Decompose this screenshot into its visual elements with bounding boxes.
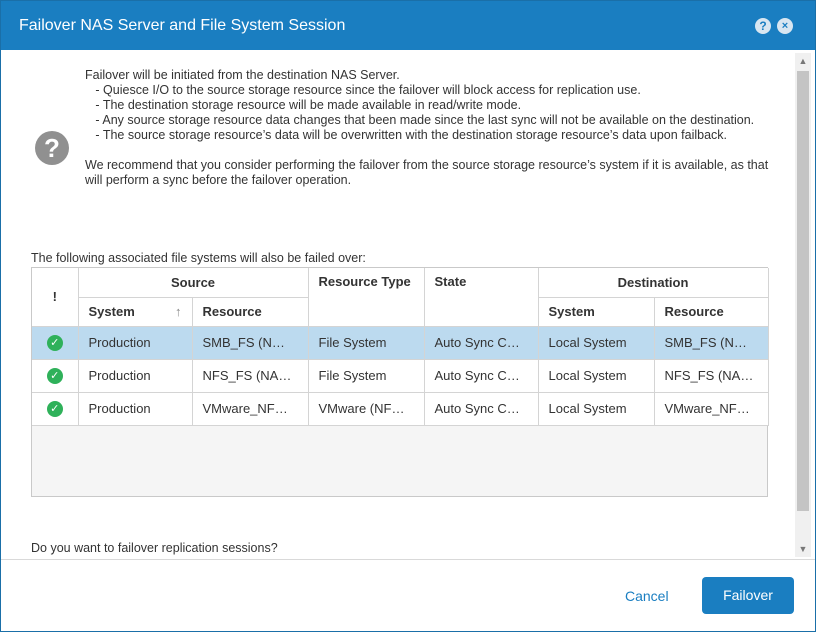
resource-type-cell: VMware (NF… xyxy=(308,392,425,426)
status-column-header[interactable]: ! xyxy=(32,268,79,327)
dest-system-cell: Local System xyxy=(538,359,655,393)
dest-system-cell: Local System xyxy=(538,326,655,360)
table-row[interactable]: ✓ Production VMware_NF… VMware (NF… Auto… xyxy=(32,392,769,426)
scroll-up-icon[interactable]: ▲ xyxy=(795,53,811,69)
dialog-footer: Cancel Failover xyxy=(1,559,815,631)
ok-status-icon: ✓ xyxy=(46,401,63,417)
source-resource-cell: SMB_FS (N… xyxy=(192,326,309,360)
message-line: - Quiesce I/O to the source storage reso… xyxy=(85,83,641,97)
state-cell: Auto Sync C… xyxy=(424,359,539,393)
scroll-thumb[interactable] xyxy=(797,71,809,511)
dest-system-column-header[interactable]: System xyxy=(538,297,655,327)
failover-button[interactable]: Failover xyxy=(702,577,794,614)
ok-status-icon: ✓ xyxy=(46,368,63,384)
message-line: Failover will be initiated from the dest… xyxy=(85,68,400,82)
resource-type-cell: File System xyxy=(308,359,425,393)
failover-message: Failover will be initiated from the dest… xyxy=(85,68,785,188)
message-line: - The destination storage resource will … xyxy=(85,98,522,112)
dialog-content: ? Failover will be initiated from the de… xyxy=(29,51,789,559)
dest-resource-cell: SMB_FS (N… xyxy=(654,326,769,360)
message-line: - Any source storage resource data chang… xyxy=(85,113,755,127)
resource-type-column-header[interactable]: Resource Type xyxy=(308,268,425,327)
dest-resource-cell: NFS_FS (NA… xyxy=(654,359,769,393)
state-column-header[interactable]: State xyxy=(424,268,539,327)
dest-resource-column-header[interactable]: Resource xyxy=(654,297,769,327)
table-row[interactable]: ✓ Production NFS_FS (NA… File System Aut… xyxy=(32,359,769,393)
source-group-header: Source xyxy=(78,268,309,298)
destination-group-header: Destination xyxy=(538,268,769,298)
state-cell: Auto Sync C… xyxy=(424,392,539,426)
associated-fs-label: The following associated file systems wi… xyxy=(31,251,366,265)
close-icon[interactable]: × xyxy=(777,18,793,34)
ok-status-icon: ✓ xyxy=(46,335,63,351)
failover-sessions-question: Do you want to failover replication sess… xyxy=(31,541,278,555)
recommendation-text: We recommend that you consider performin… xyxy=(85,158,772,187)
source-system-cell: Production xyxy=(78,392,193,426)
table-row[interactable]: ✓ Production SMB_FS (N… File System Auto… xyxy=(32,326,769,360)
content-scrollbar[interactable]: ▲ ▼ xyxy=(795,53,811,557)
source-system-cell: Production xyxy=(78,359,193,393)
dest-resource-cell: VMware_NF… xyxy=(654,392,769,426)
message-line: - The source storage resource’s data wil… xyxy=(85,128,728,142)
dialog-title: Failover NAS Server and File System Sess… xyxy=(19,17,346,34)
source-system-header-label: System xyxy=(88,304,135,319)
resource-type-cell: File System xyxy=(308,326,425,360)
cancel-button[interactable]: Cancel xyxy=(625,588,669,604)
sort-ascending-icon[interactable]: ↑ xyxy=(175,304,182,319)
source-system-cell: Production xyxy=(78,326,193,360)
source-resource-column-header[interactable]: Resource xyxy=(192,297,309,327)
help-icon[interactable]: ? xyxy=(755,18,771,34)
state-cell: Auto Sync C… xyxy=(424,326,539,360)
dest-system-cell: Local System xyxy=(538,392,655,426)
scroll-down-icon[interactable]: ▼ xyxy=(795,541,811,557)
associated-fs-grid: ! Source Resource Type State Destination… xyxy=(31,267,769,497)
failover-dialog: Failover NAS Server and File System Sess… xyxy=(0,0,816,632)
source-resource-cell: VMware_NF… xyxy=(192,392,309,426)
dialog-titlebar: Failover NAS Server and File System Sess… xyxy=(1,1,815,50)
question-icon: ? xyxy=(35,131,69,165)
source-resource-cell: NFS_FS (NA… xyxy=(192,359,309,393)
source-system-column-header[interactable]: System ↑ xyxy=(78,297,193,327)
